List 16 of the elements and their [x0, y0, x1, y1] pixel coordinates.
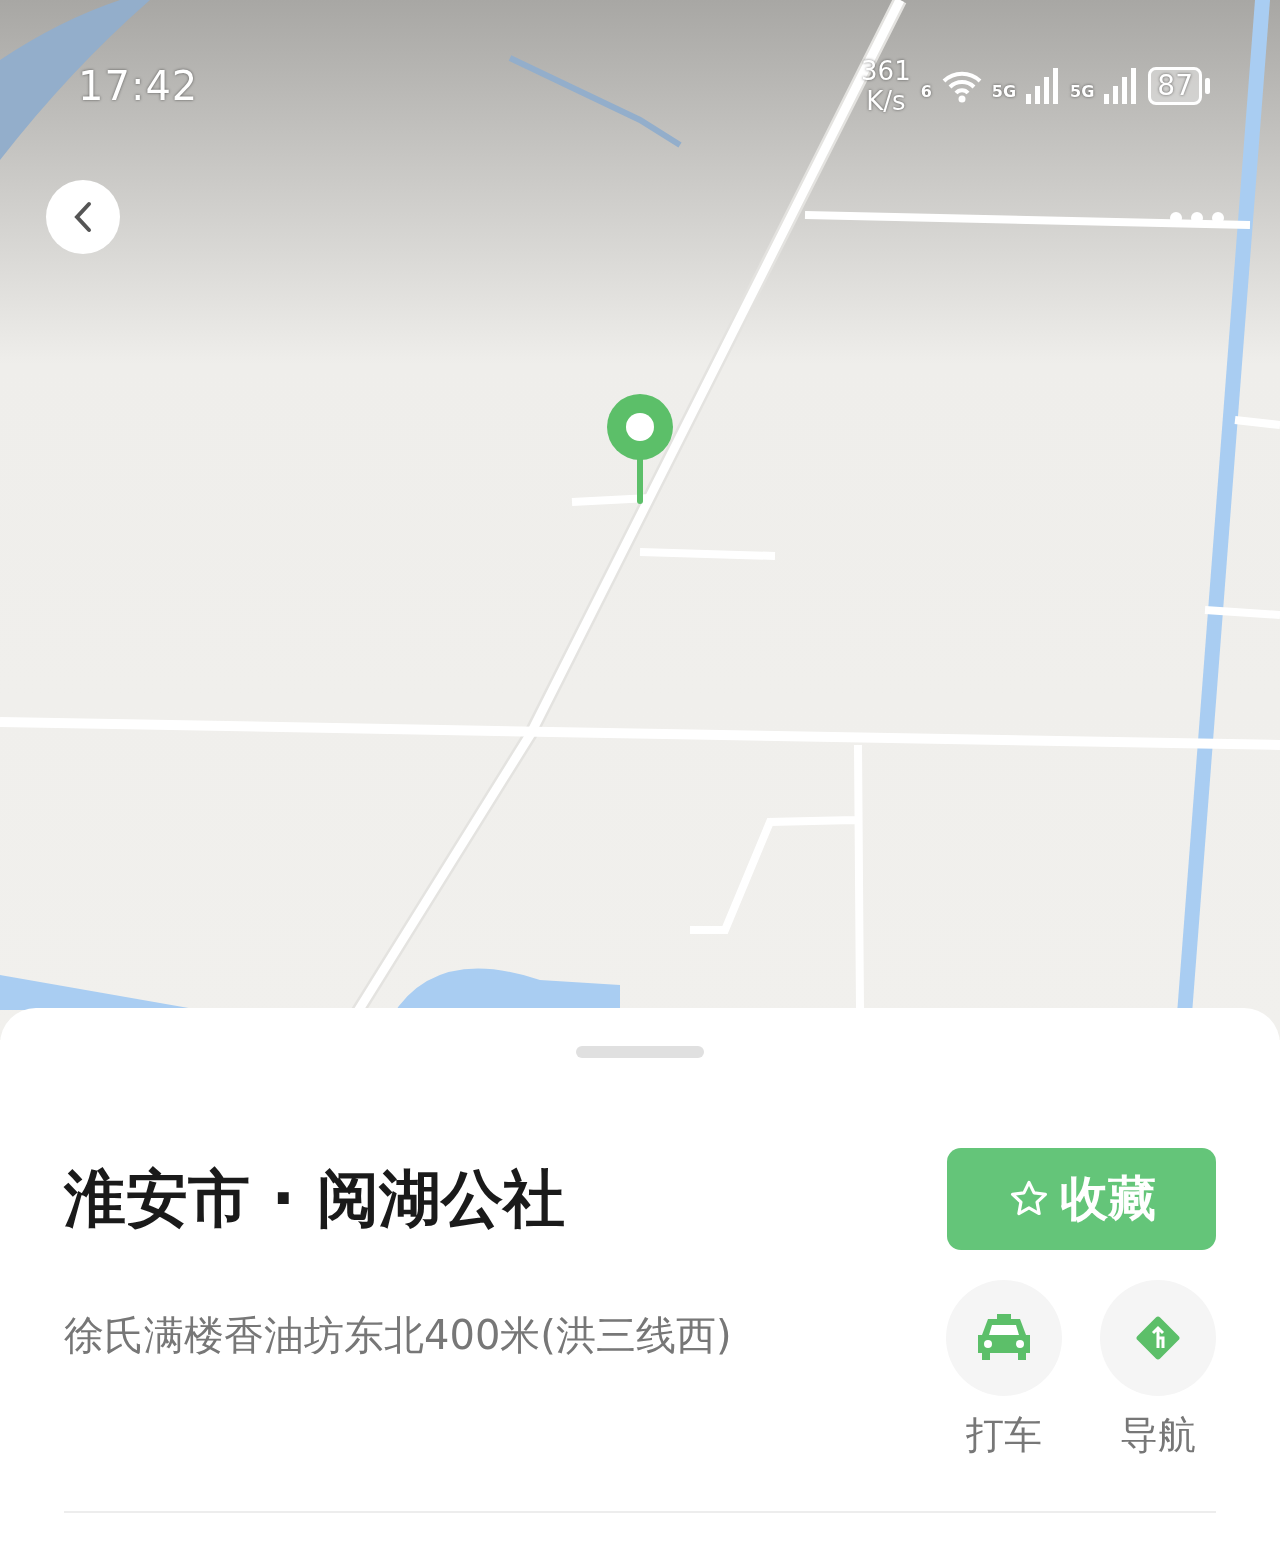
network-type: 5G — [1070, 82, 1095, 101]
network-type: 5G — [991, 82, 1017, 101]
drag-handle[interactable] — [576, 1046, 704, 1058]
action-label: 打车 — [966, 1412, 1042, 1459]
status-time: 17:42 — [78, 63, 199, 109]
signal-icon — [1104, 68, 1139, 104]
signal-icon — [1026, 68, 1061, 104]
place-title: 淮安市 · 阅湖公社 — [64, 1161, 565, 1237]
place-address: 徐氏满楼香油坊东北400米(洪三线西) — [64, 1311, 733, 1360]
map-pin-icon — [605, 393, 675, 505]
wifi-tag: 6 — [920, 82, 932, 101]
favorite-button[interactable]: 收藏 — [947, 1148, 1216, 1250]
speed-unit: K/s — [866, 86, 906, 116]
action-label: 导航 — [1120, 1412, 1196, 1459]
taxi-icon — [976, 1314, 1032, 1362]
wifi-icon — [941, 69, 982, 103]
